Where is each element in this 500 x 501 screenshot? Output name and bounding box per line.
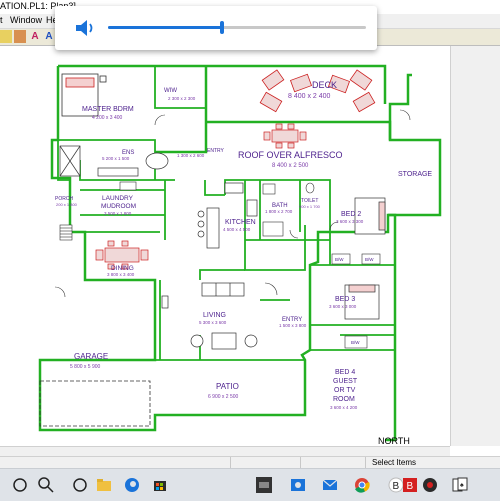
bed4-dim: 3 600 x 4 200 [330, 405, 358, 410]
wall-tool-icon[interactable] [14, 30, 26, 43]
laundry-label: LAUNDRY [102, 195, 134, 202]
deck-dim: 8 400 x 2 400 [288, 93, 331, 100]
svg-text:B: B [393, 481, 400, 492]
patio-label: PATIO [216, 382, 239, 391]
svg-text:♠: ♠ [460, 482, 464, 489]
bed3-label: BED 3 [335, 296, 355, 303]
photos-icon[interactable] [288, 475, 308, 495]
storage-label: STORAGE [398, 171, 432, 178]
menu-item-edit[interactable]: t [0, 15, 3, 25]
bw-label-3: B/W [351, 340, 360, 345]
porch-dim: 200 x 1 800 [56, 202, 78, 207]
living-dim: 5 300 x 3 600 [199, 320, 227, 325]
ens-dim: 5 200 x 1 500 [102, 156, 130, 161]
dining-label: DINING [111, 265, 134, 272]
toilet-dim: 900 x 1 700 [299, 204, 321, 209]
drawing-canvas[interactable]: DECK 8 400 x 2 400 MASTER BDRM 4 200 x 3… [0, 46, 450, 446]
menu-item-window[interactable]: Window [10, 15, 42, 25]
alfresco-label: ROOF OVER ALFRESCO [238, 150, 343, 160]
bed3-dim: 3 600 x 3 000 [329, 304, 357, 309]
dining-dim: 3 800 x 3 400 [107, 272, 135, 277]
game-icon[interactable] [420, 475, 440, 495]
ensuite-fixtures [59, 145, 169, 177]
red-b-icon[interactable]: B [400, 475, 420, 495]
entry-top-dim: 1 300 x 2 600 [177, 153, 205, 158]
bw-label-1: B/W [335, 257, 344, 262]
patio-dim: 6 900 x 2 500 [208, 394, 239, 400]
bed4-label-2: GUEST [333, 378, 358, 385]
vertical-scrollbar[interactable] [450, 46, 500, 446]
search-icon[interactable] [36, 475, 56, 495]
store-icon[interactable] [150, 475, 170, 495]
svg-text:B: B [407, 481, 414, 492]
text-tool-button[interactable]: A [29, 30, 41, 43]
wiw-dim: 2 300 x 2 300 [168, 96, 196, 101]
garage-dim: 5 800 x 5 900 [70, 364, 101, 370]
living-label: LIVING [203, 312, 226, 319]
task-view-icon[interactable] [70, 475, 90, 495]
3d-builder-icon[interactable] [254, 475, 274, 495]
kitchen-label: KITCHEN [225, 219, 256, 226]
garage-door [39, 380, 151, 427]
entry-mid-dim: 1 500 x 3 800 [279, 323, 307, 328]
bed2-label: BED 2 [341, 211, 361, 218]
volume-flyout [55, 6, 377, 50]
volume-slider-thumb[interactable] [219, 21, 224, 34]
garage-label: GARAGE [74, 352, 108, 361]
windows-start-icon[interactable] [10, 475, 30, 495]
dimension-tool-button[interactable]: A [43, 30, 55, 43]
bed4-label-4: ROOM [333, 396, 355, 403]
deck-furniture [259, 69, 376, 113]
speaker-icon[interactable] [75, 19, 97, 37]
alfresco-table [263, 123, 307, 149]
solitaire-icon[interactable]: ♠ [450, 475, 470, 495]
email-icon[interactable] [320, 475, 340, 495]
bed2-dim: 3 600 x 3 300 [336, 219, 364, 224]
kitchen-dim: 4 500 x 4 500 [223, 227, 251, 232]
file-explorer-icon[interactable] [94, 475, 114, 495]
north-label: NORTH [378, 436, 410, 446]
bw-label-2: B/W [365, 257, 374, 262]
kitchen-fixtures [197, 182, 258, 249]
floor-plan: DECK 8 400 x 2 400 MASTER BDRM 4 200 x 3… [38, 64, 442, 446]
deck-label: DECK [312, 80, 337, 90]
volume-slider-fill [108, 26, 222, 29]
edge-icon[interactable] [122, 475, 142, 495]
alfresco-dim: 8 400 x 2 500 [272, 163, 309, 169]
chrome-icon[interactable] [352, 475, 372, 495]
entry-top-label: ENTRY [207, 148, 225, 154]
wiw-label: WIW [164, 88, 177, 94]
bed4-label-3: OR TV [334, 387, 356, 394]
pencil-tool-icon[interactable] [0, 30, 12, 43]
volume-slider[interactable] [108, 21, 366, 34]
bed4-label: BED 4 [335, 369, 355, 376]
master-dim: 4 200 x 3 400 [92, 115, 123, 121]
mudroom-label: MUDROOM [101, 203, 136, 210]
bath-dim: 1 800 x 2 700 [265, 209, 293, 214]
status-text: Select Items [372, 458, 417, 467]
taskbar: B B ♠ [0, 468, 500, 501]
laundry-dim: 3 500 x 1 800 [104, 211, 132, 216]
master-label: MASTER BDRM [82, 106, 134, 113]
